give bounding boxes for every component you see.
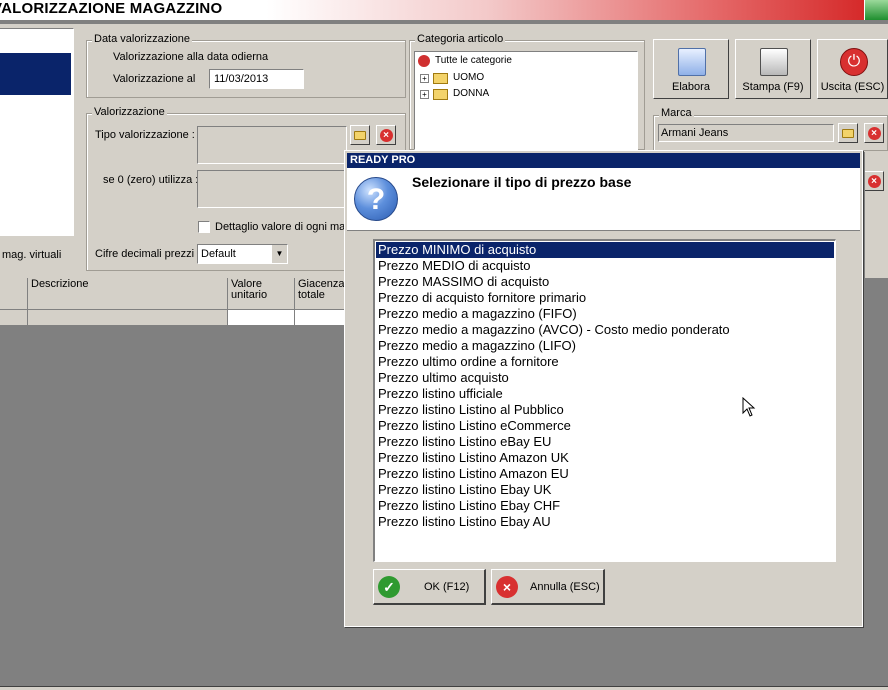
grid-cell[interactable] (228, 310, 295, 326)
valorizzazione-legend: Valorizzazione (92, 106, 167, 118)
uscita-label: Uscita (ESC) (820, 81, 885, 93)
zero-fallback-label: se 0 (zero) utilizza : (103, 174, 199, 186)
tree-root[interactable]: Tutte le categorie (435, 55, 512, 66)
price-type-option[interactable]: Prezzo medio a magazzino (FIFO) (376, 306, 834, 322)
dialog-title: READY PRO (347, 153, 860, 168)
tree-item-uomo[interactable]: UOMO (453, 72, 484, 83)
price-type-option[interactable]: Prezzo listino Listino eBay EU (376, 434, 834, 450)
expand-icon[interactable]: + (420, 90, 429, 99)
date-input-value: 11/03/2013 (214, 73, 269, 85)
marca-field[interactable]: Armani Jeans (658, 124, 834, 142)
grid-header-valore[interactable]: Valore unitario (228, 278, 295, 310)
stampa-button[interactable]: Stampa (F9) (735, 39, 811, 99)
marca-value: Armani Jeans (661, 127, 729, 139)
decimali-select-value: Default (201, 248, 236, 260)
price-type-option[interactable]: Prezzo MEDIO di acquisto (376, 258, 834, 274)
clear-icon: × (379, 128, 393, 142)
question-icon: ? (354, 177, 398, 221)
cancel-label: Annulla (ESC) (530, 581, 600, 593)
tipo-valorizzazione-label: Tipo valorizzazione : (95, 129, 195, 141)
price-type-option[interactable]: Prezzo listino Listino al Pubblico (376, 402, 834, 418)
uscita-button[interactable]: ⏻ Uscita (ESC) (817, 39, 888, 99)
tipo-valorizzazione-clear-button[interactable]: × (376, 125, 396, 145)
price-type-option[interactable]: Prezzo medio a magazzino (LIFO) (376, 338, 834, 354)
clear-icon: × (867, 174, 881, 188)
check-icon: ✓ (378, 576, 400, 598)
price-type-option[interactable]: Prezzo ultimo ordine a fornitore (376, 354, 834, 370)
grid-header-blank (0, 278, 28, 310)
grid-cell[interactable] (0, 310, 28, 326)
elabora-button[interactable]: Elabora (653, 39, 729, 99)
price-type-option[interactable]: Prezzo MINIMO di acquisto (376, 242, 834, 258)
status-strip (0, 686, 888, 690)
folder-icon (433, 89, 448, 100)
price-type-option[interactable]: Prezzo MASSIMO di acquisto (376, 274, 834, 290)
price-type-option[interactable]: Prezzo listino Listino Ebay AU (376, 514, 834, 530)
folder-icon (433, 73, 448, 84)
close-icon: × (496, 576, 518, 598)
tree-item-donna[interactable]: DONNA (453, 88, 489, 99)
price-type-option[interactable]: Prezzo medio a magazzino (AVCO) - Costo … (376, 322, 834, 338)
folder-icon (354, 130, 366, 140)
decimali-label: Cifre decimali prezzi : (95, 248, 201, 260)
app-icon (864, 0, 888, 20)
marca-browse-button[interactable] (838, 123, 858, 143)
elabora-label: Elabora (672, 81, 710, 93)
radio-today[interactable]: Valorizzazione alla data odierna (113, 51, 268, 63)
price-type-option[interactable]: Prezzo listino Listino eCommerce (376, 418, 834, 434)
marca-legend: Marca (659, 107, 694, 119)
marca-clear-button[interactable]: × (864, 123, 884, 143)
data-valorizzazione-legend: Data valorizzazione (92, 33, 192, 45)
zero-fallback-field[interactable] (197, 170, 347, 208)
price-type-option[interactable]: Prezzo di acquisto fornitore primario (376, 290, 834, 306)
stampa-label: Stampa (F9) (742, 81, 804, 93)
price-type-option[interactable]: Prezzo listino ufficiale (376, 386, 834, 402)
dialog-header: ? Selezionare il tipo di prezzo base (347, 168, 860, 231)
chevron-down-icon[interactable]: ▼ (271, 245, 287, 263)
power-icon: ⏻ (840, 48, 868, 76)
folder-icon (842, 128, 854, 138)
dettaglio-checkbox[interactable] (198, 221, 210, 233)
tipo-valorizzazione-field[interactable] (197, 126, 347, 164)
date-input[interactable]: 11/03/2013 (209, 69, 304, 89)
dettaglio-label: Dettaglio valore di ogni mag (215, 221, 352, 233)
price-type-option[interactable]: Prezzo ultimo acquisto (376, 370, 834, 386)
decimali-select[interactable]: Default ▼ (197, 244, 288, 264)
process-gear-icon (678, 48, 706, 76)
store-list[interactable] (0, 28, 74, 236)
categoria-legend: Categoria articolo (415, 33, 506, 45)
ok-label: OK (F12) (424, 581, 470, 593)
price-type-option[interactable]: Prezzo listino Listino Amazon EU (376, 466, 834, 482)
second-clear-button[interactable]: × (864, 171, 884, 191)
price-type-option[interactable]: Prezzo listino Listino Ebay UK (376, 482, 834, 498)
radio-date-at[interactable]: Valorizzazione al (113, 73, 195, 85)
window-title: VALORIZZAZIONE MAGAZZINO (0, 0, 223, 17)
grid-header-descrizione[interactable]: Descrizione (28, 278, 228, 310)
price-type-list[interactable]: Prezzo MINIMO di acquisto Prezzo MEDIO di… (373, 239, 836, 562)
mouse-cursor-icon (742, 397, 756, 417)
price-type-option[interactable]: Prezzo listino Listino Amazon UK (376, 450, 834, 466)
tipo-valorizzazione-browse-button[interactable] (350, 125, 370, 145)
dialog-prompt: Selezionare il tipo di prezzo base (412, 174, 632, 190)
clear-icon: × (867, 126, 881, 140)
expand-icon[interactable]: + (420, 74, 429, 83)
virtual-stores-label: mag. virtuali (2, 249, 62, 261)
price-type-dialog: READY PRO ? Selezionare il tipo di prezz… (344, 150, 863, 627)
store-list-selected-row[interactable] (0, 53, 71, 95)
grid-cell[interactable] (28, 310, 228, 326)
strawberry-icon (418, 55, 430, 67)
price-type-option[interactable]: Prezzo listino Listino Ebay CHF (376, 498, 834, 514)
printer-icon (760, 48, 788, 76)
window-title-bar: VALORIZZAZIONE MAGAZZINO (0, 0, 888, 20)
ok-button[interactable]: ✓ OK (F12) (373, 569, 486, 605)
category-tree[interactable]: Tutte le categorie + UOMO + DONNA (414, 51, 638, 150)
cancel-button[interactable]: × Annulla (ESC) (491, 569, 605, 605)
